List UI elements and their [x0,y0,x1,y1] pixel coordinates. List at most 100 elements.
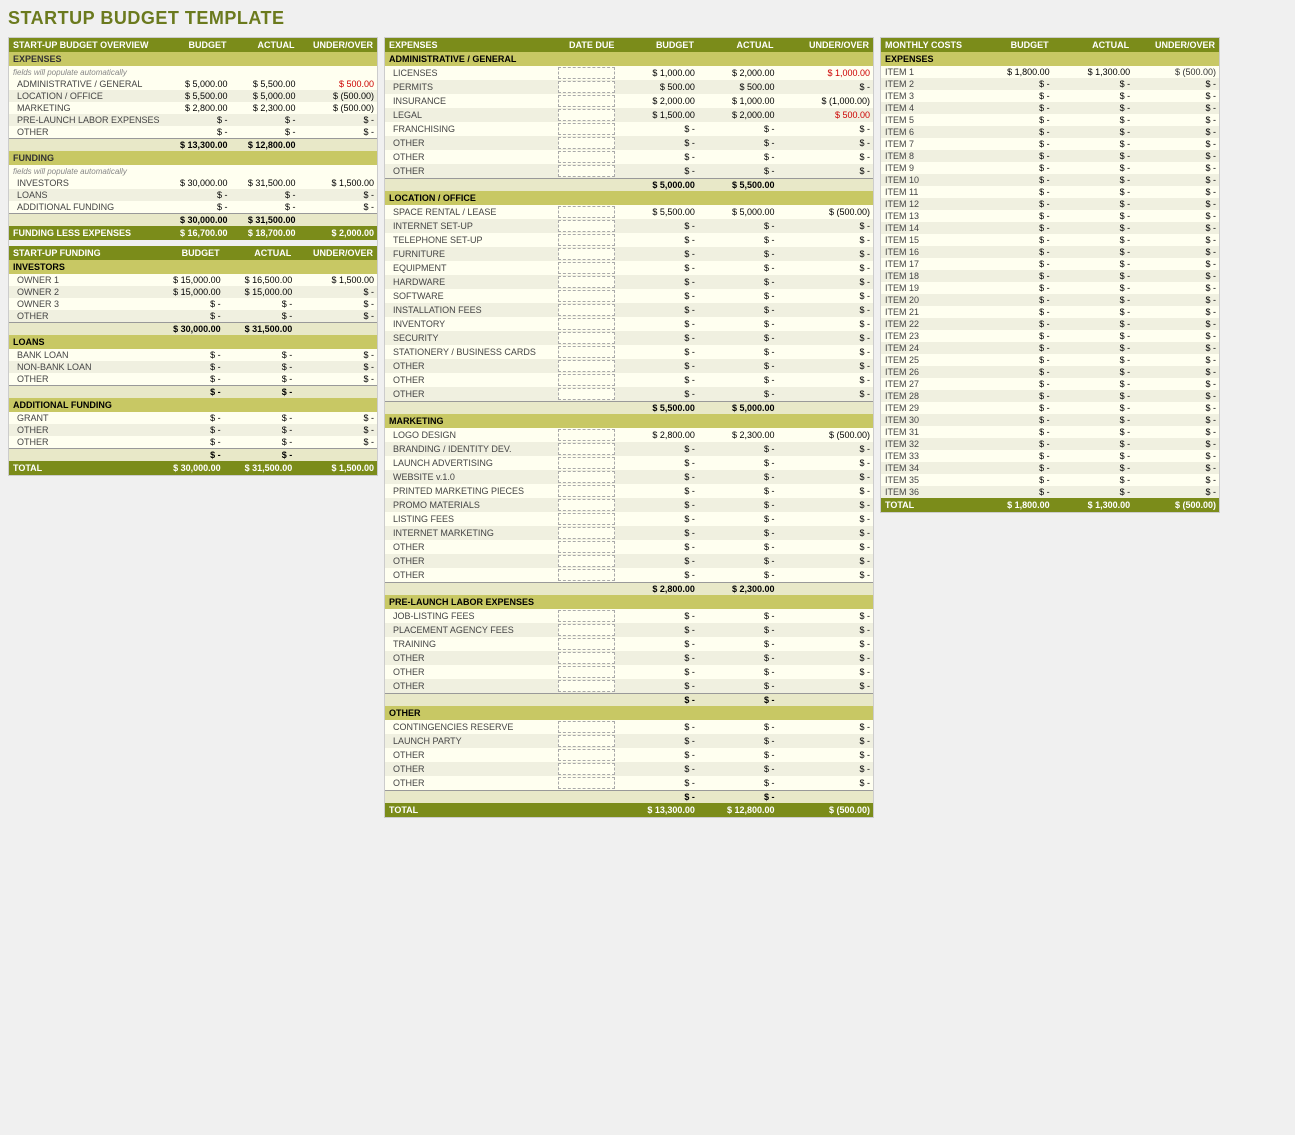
list-item: ITEM 14$ -$ -$ - [881,222,1219,234]
list-item: ITEM 23$ -$ -$ - [881,330,1219,342]
startup-funding-header-row: START-UP FUNDING BUDGET ACTUAL UNDER/OVE… [9,246,377,260]
table-row: SECURITY$ -$ -$ - [385,331,873,345]
list-item: ITEM 9$ -$ -$ - [881,162,1219,174]
table-row: OTHER$ -$ -$ - [9,436,377,449]
funding-auto-row: fields will populate automatically [9,165,377,177]
marketing-subtotal: $ 2,800.00 $ 2,300.00 [385,583,873,596]
table-row: HARDWARE$ -$ -$ - [385,275,873,289]
list-item: ITEM 17$ -$ -$ - [881,258,1219,270]
list-item: ITEM 8$ -$ -$ - [881,150,1219,162]
table-row: OTHER$ -$ -$ - [385,359,873,373]
funding-col-under: UNDER/OVER [295,246,377,260]
table-row: SOFTWARE$ -$ -$ - [385,289,873,303]
table-row: PRINTED MARKETING PIECES$ -$ -$ - [385,484,873,498]
table-row: STATIONERY / BUSINESS CARDS$ -$ -$ - [385,345,873,359]
table-row: GRANT$ -$ -$ - [9,412,377,424]
other-section-header: OTHER [385,706,873,720]
overview-col-under: UNDER/OVER [298,38,377,52]
list-item: ITEM 33$ -$ -$ - [881,450,1219,462]
location-section-header: LOCATION / OFFICE [385,191,873,205]
investors-subtotal: $ 30,000.00 $ 31,500.00 [9,323,377,336]
table-row: NON-BANK LOAN$ -$ -$ - [9,361,377,373]
list-item: ITEM 2$ -$ -$ - [881,78,1219,90]
list-item: ITEM 11$ -$ -$ - [881,186,1219,198]
table-row: FURNITURE$ -$ -$ - [385,247,873,261]
expense-subtotal-row: $ 13,300.00 $ 12,800.00 [9,139,377,152]
list-item: ITEM 6$ -$ -$ - [881,126,1219,138]
funding-subtotal-row: $ 30,000.00 $ 31,500.00 [9,214,377,227]
table-row: INTERNET SET-UP$ -$ -$ - [385,219,873,233]
list-item: ITEM 21$ -$ -$ - [881,306,1219,318]
list-item: ITEM 34$ -$ -$ - [881,462,1219,474]
table-row: OTHER$ -$ -$ - [385,373,873,387]
table-row: OTHER$ -$ -$ - [9,424,377,436]
monthly-col-actual: ACTUAL [1053,38,1133,52]
table-row: LOANS$ -$ -$ - [9,189,377,201]
table-row: BANK LOAN$ -$ -$ - [9,349,377,361]
list-item: ITEM 35$ -$ -$ - [881,474,1219,486]
page-title: STARTUP BUDGET TEMPLATE [8,8,1287,29]
table-row: LISTING FEES$ -$ -$ - [385,512,873,526]
expenses-section-header: EXPENSES [9,52,377,66]
overview-title: START-UP BUDGET OVERVIEW [9,38,163,52]
expenses-col-date: DATE DUE [555,38,619,52]
table-row: PRE-LAUNCH LABOR EXPENSES$ -$ -$ - [9,114,377,126]
table-row: OTHER$ -$ -$ - [385,554,873,568]
panel-expenses: EXPENSES DATE DUE BUDGET ACTUAL UNDER/OV… [384,37,874,818]
table-row: PROMO MATERIALS$ -$ -$ - [385,498,873,512]
table-row: LAUNCH PARTY$ -$ -$ - [385,734,873,748]
funding-section-header: FUNDING [9,151,377,165]
list-item: ITEM 31$ -$ -$ - [881,426,1219,438]
loans-subtotal: $ - $ - [9,386,377,399]
expense-subtotal-actual: $ 12,800.00 [231,139,299,152]
other-subtotal: $ - $ - [385,791,873,804]
funding-subtotal-actual: $ 31,500.00 [231,214,299,227]
table-row: TELEPHONE SET-UP$ -$ -$ - [385,233,873,247]
table-row: JOB-LISTING FEES$ -$ -$ - [385,609,873,623]
funding-col-actual: ACTUAL [224,246,296,260]
monthly-expenses-section: EXPENSES [881,52,1219,66]
funding-total-row: TOTAL $ 30,000.00 $ 31,500.00 $ 1,500.00 [9,461,377,475]
table-row: OTHER$ -$ -$ - [9,126,377,139]
table-row: OWNER 1$ 15,000.00$ 16,500.00$ 1,500.00 [9,274,377,286]
expenses-total-row: TOTAL $ 13,300.00 $ 12,800.00 $ (500.00) [385,803,873,817]
list-item: ITEM 22$ -$ -$ - [881,318,1219,330]
table-row: OTHER$ -$ -$ - [385,164,873,179]
table-row: OTHER$ -$ -$ - [385,748,873,762]
list-item: ITEM 24$ -$ -$ - [881,342,1219,354]
table-row: INSURANCE$ 2,000.00$ 1,000.00$ (1,000.00… [385,94,873,108]
list-item: ITEM 30$ -$ -$ - [881,414,1219,426]
list-item: ITEM 20$ -$ -$ - [881,294,1219,306]
monthly-title: MONTHLY COSTS [881,38,972,52]
table-row: OWNER 3$ -$ -$ - [9,298,377,310]
list-item: ITEM 13$ -$ -$ - [881,210,1219,222]
investors-section: INVESTORS [9,260,377,274]
panel-monthly: MONTHLY COSTS BUDGET ACTUAL UNDER/OVER E… [880,37,1220,513]
panel-overview: START-UP BUDGET OVERVIEW BUDGET ACTUAL U… [8,37,378,476]
loans-section: LOANS [9,335,377,349]
table-row: LICENSES$ 1,000.00$ 2,000.00$ 1,000.00 [385,66,873,80]
admin-section-header: ADMINISTRATIVE / GENERAL [385,52,873,66]
table-row: OTHER$ -$ -$ - [385,776,873,791]
table-row: TRAINING$ -$ -$ - [385,637,873,651]
list-item: ITEM 25$ -$ -$ - [881,354,1219,366]
table-row: OTHER$ -$ -$ - [385,387,873,402]
overview-col-budget: BUDGET [163,38,231,52]
funding-col-budget: BUDGET [152,246,224,260]
table-row: INVENTORY$ -$ -$ - [385,317,873,331]
expenses-auto-row: fields will populate automatically [9,66,377,78]
startup-funding-title: START-UP FUNDING [9,246,152,260]
table-row: WEBSITE v.1.0$ -$ -$ - [385,470,873,484]
table-row: OTHER$ -$ -$ - [9,373,377,386]
table-row: FRANCHISING$ -$ -$ - [385,122,873,136]
admin-subtotal: $ 5,000.00 $ 5,500.00 [385,179,873,192]
list-item: ITEM 36$ -$ -$ - [881,486,1219,498]
table-row: OTHER$ -$ -$ - [385,679,873,694]
overview-col-actual: ACTUAL [231,38,299,52]
table-row: OTHER$ -$ -$ - [385,762,873,776]
location-subtotal: $ 5,500.00 $ 5,000.00 [385,402,873,415]
prelaunch-subtotal: $ - $ - [385,694,873,707]
list-item: ITEM 1$ 1,800.00$ 1,300.00$ (500.00) [881,66,1219,78]
list-item: ITEM 27$ -$ -$ - [881,378,1219,390]
table-row: OTHER$ -$ -$ - [385,568,873,583]
